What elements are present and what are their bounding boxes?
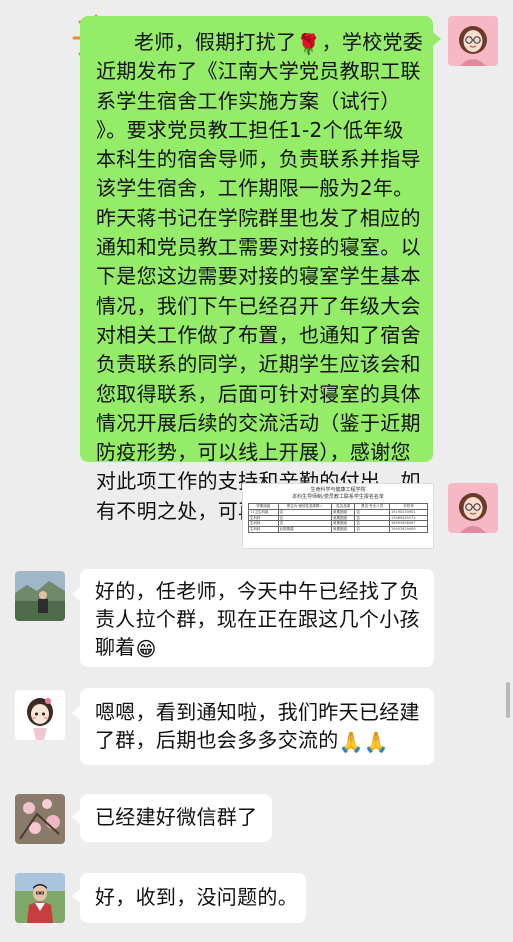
table-cell: 15953929490 <box>389 526 428 533</box>
document-subtitle: 本科生导师制/党员教工联系学生报名名单 <box>292 494 384 500</box>
my-avatar[interactable] <box>448 16 498 66</box>
bubble-tail <box>72 706 80 720</box>
message-bubble-1[interactable]: 老师，假期打扰了🌹，学校党委 近期发布了《江南大学党员教职工联 系学生宿舍工作实… <box>80 16 433 523</box>
message-line: 责人拉个群，现在正在跟这几个小孩 <box>95 607 420 631</box>
table-cell: 生科科 <box>248 526 279 533</box>
message-text: ，学校党委 <box>321 30 424 54</box>
pray-emoji: 🙏 <box>338 729 364 754</box>
table-cell: 北院周建 <box>277 526 333 533</box>
contact-avatar-1[interactable] <box>15 571 65 621</box>
message-line: 好的，任老师，今天中午已经找了负 <box>95 579 420 603</box>
message-bubble-5[interactable]: 已经建好微信群了 <box>80 794 272 842</box>
contact-avatar-2[interactable] <box>15 690 65 740</box>
message-line: 防疫形势，可以线上开展），感谢您 <box>96 440 411 465</box>
table-row: 生科科 北院周建 吴素团组 否 15953929490 <box>248 526 428 533</box>
bubble-tail <box>72 587 80 601</box>
message-line: 您取得联系，后面可针对寝室的具体 <box>96 381 421 406</box>
message-line: 本科生的宿舍导师，负责联系并指导 <box>96 147 421 172</box>
message-text: 聊着 <box>95 635 136 659</box>
message-bubble-4[interactable]: 嗯嗯，看到通知啦，我们昨天已经建 了群，后期也会多多交流的🙏🙏 <box>80 688 434 765</box>
message-bubble-3[interactable]: 好的，任老师，今天中午已经找了负 责人拉个群，现在正在跟这几个小孩 聊着😁 <box>80 569 434 667</box>
my-avatar[interactable] <box>448 483 498 533</box>
message-line: 好，收到，没问题的。 <box>95 885 298 909</box>
message-line: 该学生宿舍，工作期限一般为2年。 <box>96 176 414 201</box>
message-bubble-6[interactable]: 好，收到，没问题的。 <box>80 873 306 923</box>
message-line: 老师，假期打扰了🌹，学校党委 <box>96 28 424 57</box>
message-line: 系学生宿舍工作实施方案（试行） <box>96 88 401 113</box>
message-line: 对相关工作做了布置，也通知了宿舍 <box>96 322 421 347</box>
message-line: 下是您这边需要对接的寝室学生基本 <box>96 264 421 289</box>
message-line: 负责联系的同学，近期学生应该会和 <box>96 352 421 377</box>
grin-emoji: 😁 <box>135 636 157 661</box>
contact-avatar-3[interactable] <box>15 794 65 844</box>
document-image[interactable]: 生命科学与健康工程学院 本科生导师制/党员教工联系学生报名名单 学素组组 是否为… <box>242 483 434 549</box>
message-line: 了群，后期也会多多交流的🙏🙏 <box>95 726 420 754</box>
message-line: 嗯嗯，看到通知啦，我们昨天已经建 <box>95 700 420 724</box>
message-text: 老师，假期打扰了 <box>134 30 297 54</box>
message-line: 聊着😁 <box>95 633 420 661</box>
message-line: 情况，我们下午已经召开了年级大会 <box>96 293 421 318</box>
document-title: 生命科学与健康工程学院 <box>310 487 366 493</box>
bubble-tail <box>72 889 80 903</box>
message-text: 了群，后期也会多多交流的 <box>95 728 339 752</box>
document-table: 学素组组 是否为 面较性选择群☆ 姓名品事 是否 专业人员 手机号 17卫生科组… <box>248 503 428 533</box>
rose-emoji: 🌹 <box>296 31 322 56</box>
message-line: 通知和党员教工需要对接的寝室。以 <box>96 235 421 260</box>
message-line: 》。要求党员教工担任1-2个低年级 <box>96 117 404 142</box>
message-line: 昨天蒋书记在学院群里也发了相应的 <box>96 205 421 230</box>
bubble-tail <box>72 810 80 824</box>
table-cell: 吴素团组 <box>330 526 356 533</box>
table-cell: 否 <box>354 526 391 533</box>
message-line: 近期发布了《江南大学党员教职工联 <box>96 59 421 84</box>
message-line: 情况开展后续的交流活动（鉴于近期 <box>96 410 421 435</box>
bubble-tail <box>433 32 441 46</box>
pray-emoji: 🙏 <box>363 729 390 754</box>
contact-avatar-4[interactable] <box>15 873 65 923</box>
scrollbar[interactable] <box>506 682 510 718</box>
message-line: 已经建好微信群了 <box>95 805 258 829</box>
